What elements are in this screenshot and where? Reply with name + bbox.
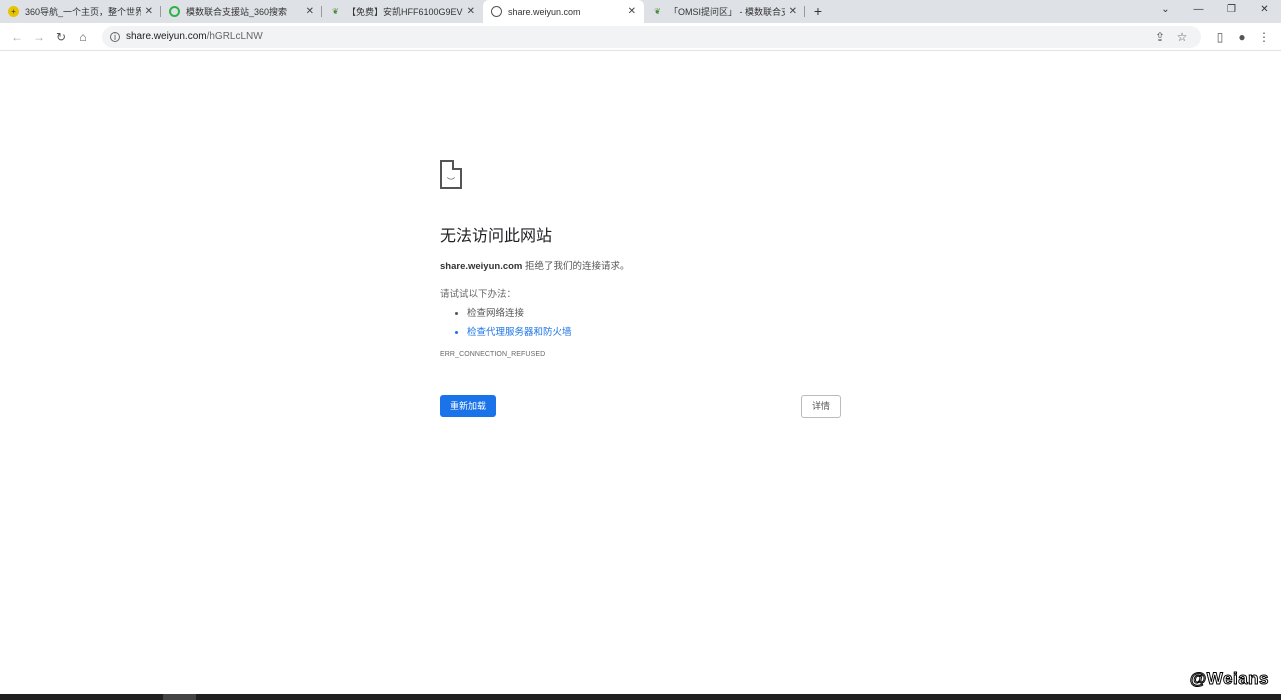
close-tab-icon[interactable]: ✕ xyxy=(789,6,797,17)
tab-3-active[interactable]: share.weiyun.com ✕ xyxy=(483,0,644,23)
info-icon[interactable]: i xyxy=(110,31,120,42)
maximize-button[interactable]: ❐ xyxy=(1215,0,1248,20)
taskbar xyxy=(0,694,1281,700)
bookmark-star-icon[interactable]: ☆ xyxy=(1171,30,1193,44)
sad-document-icon: ︶ xyxy=(440,160,462,189)
360-icon: + xyxy=(8,6,19,17)
reload-icon[interactable]: ↻ xyxy=(50,30,72,44)
address-bar[interactable]: i share.weiyun.com/hGRLcLNW ⇪ ☆ xyxy=(102,25,1201,48)
side-panel-icon[interactable]: ▯ xyxy=(1209,30,1231,44)
globe-icon xyxy=(491,6,502,17)
close-tab-icon[interactable]: ✕ xyxy=(145,6,153,17)
suggestion-check-proxy-link[interactable]: 检查代理服务器和防火墙 xyxy=(467,324,841,338)
minimize-button[interactable]: — xyxy=(1182,0,1215,20)
menu-icon[interactable]: ⋮ xyxy=(1253,30,1275,44)
360-search-icon xyxy=(169,6,180,17)
error-code: ERR_CONNECTION_REFUSED xyxy=(440,351,546,358)
site-icon: ❦ xyxy=(332,7,339,16)
close-tab-icon[interactable]: ✕ xyxy=(306,6,314,17)
browser-toolbar: ← → ↻ ⌂ i share.weiyun.com/hGRLcLNW ⇪ ☆ … xyxy=(0,23,1281,51)
close-window-button[interactable]: ✕ xyxy=(1248,0,1281,20)
close-tab-icon[interactable]: ✕ xyxy=(628,6,636,17)
window-controls: ⌄ — ❐ ✕ xyxy=(1149,0,1281,20)
error-message: share.weiyun.com 拒绝了我们的连接请求。 xyxy=(440,261,630,272)
tab-4[interactable]: ❦「OMSI提问区」 - 模数联合支援✕ xyxy=(644,0,805,23)
tab-2[interactable]: ❦【免费】安凯HFF6100G9EV纯电✕ xyxy=(322,0,483,23)
tab-search-icon[interactable]: ⌄ xyxy=(1149,0,1182,20)
taskbar-item[interactable] xyxy=(163,694,196,700)
tab-0[interactable]: +360导航_一个主页，整个世界 ✕ xyxy=(0,0,161,23)
home-icon[interactable]: ⌂ xyxy=(72,30,94,44)
close-tab-icon[interactable]: ✕ xyxy=(467,6,475,17)
suggestions-list: 检查网络连接 检查代理服务器和防火墙 xyxy=(467,305,841,338)
new-tab-button[interactable]: + xyxy=(805,0,831,23)
tab-strip: +360导航_一个主页，整个世界 ✕ 模数联合支援站_360搜索 ✕ ❦ 【免费】安凯… xyxy=(0,0,1281,23)
forward-button[interactable]: → xyxy=(28,30,50,44)
share-icon[interactable]: ⇪ xyxy=(1149,30,1171,44)
error-title: 无法访问此网站 xyxy=(440,228,553,245)
reload-button[interactable]: 重新加载 xyxy=(440,395,496,417)
try-label: 请试试以下办法： xyxy=(440,289,517,300)
details-button[interactable]: 详情 xyxy=(801,395,841,418)
error-page: ︶ 无法访问此网站 share.weiyun.com 拒绝了我们的连接请求。 请… xyxy=(440,160,841,418)
back-button[interactable]: ← xyxy=(6,30,28,44)
tab-1[interactable]: 模数联合支援站_360搜索 ✕ xyxy=(161,0,322,23)
suggestion-check-network: 检查网络连接 xyxy=(467,305,841,319)
profile-avatar-icon[interactable]: ● xyxy=(1231,30,1253,44)
watermark: @Weians xyxy=(1189,669,1269,689)
site-icon: ❦ xyxy=(654,7,661,16)
